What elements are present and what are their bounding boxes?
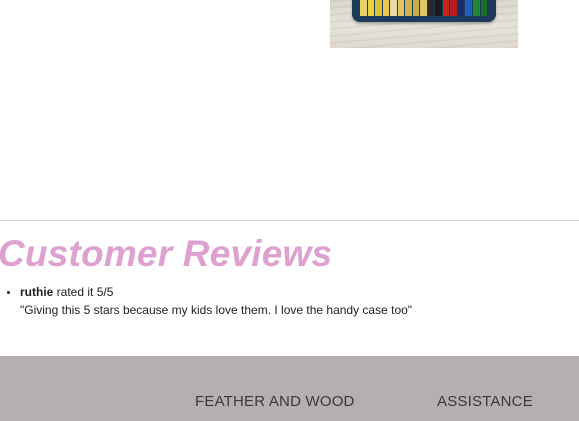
crayon — [472, 0, 480, 16]
crayon — [480, 0, 488, 16]
crayon — [420, 0, 427, 16]
crayon — [360, 0, 367, 16]
crayon — [442, 0, 450, 16]
crayon — [427, 0, 435, 16]
crayon — [382, 0, 390, 16]
crayon — [465, 0, 472, 16]
crayon — [457, 0, 465, 16]
crayon — [412, 0, 420, 16]
review-rating: rated it 5/5 — [53, 285, 114, 299]
site-footer: FEATHER AND WOOD ASSISTANCE — [0, 356, 579, 421]
crayon-row — [360, 0, 488, 16]
section-divider — [0, 220, 579, 221]
review-list: ruthie rated it 5/5 "Giving this 5 stars… — [0, 284, 560, 318]
crayon — [397, 0, 405, 16]
crayon — [375, 0, 382, 16]
product-page: Customer Reviews ruthie rated it 5/5 "Gi… — [0, 0, 579, 421]
review-item: ruthie rated it 5/5 "Giving this 5 stars… — [20, 284, 560, 318]
footer-assistance-heading: ASSISTANCE — [437, 393, 533, 410]
customer-reviews-heading: Customer Reviews — [0, 233, 333, 274]
crayon — [435, 0, 442, 16]
reviewer-name: ruthie — [20, 285, 54, 299]
crayon — [450, 0, 457, 16]
footer-brand-heading: FEATHER AND WOOD — [195, 393, 355, 410]
product-image — [330, 0, 518, 48]
crayon — [405, 0, 412, 16]
review-text: "Giving this 5 stars because my kids lov… — [20, 303, 413, 317]
crayon — [390, 0, 397, 16]
crayon — [367, 0, 375, 16]
